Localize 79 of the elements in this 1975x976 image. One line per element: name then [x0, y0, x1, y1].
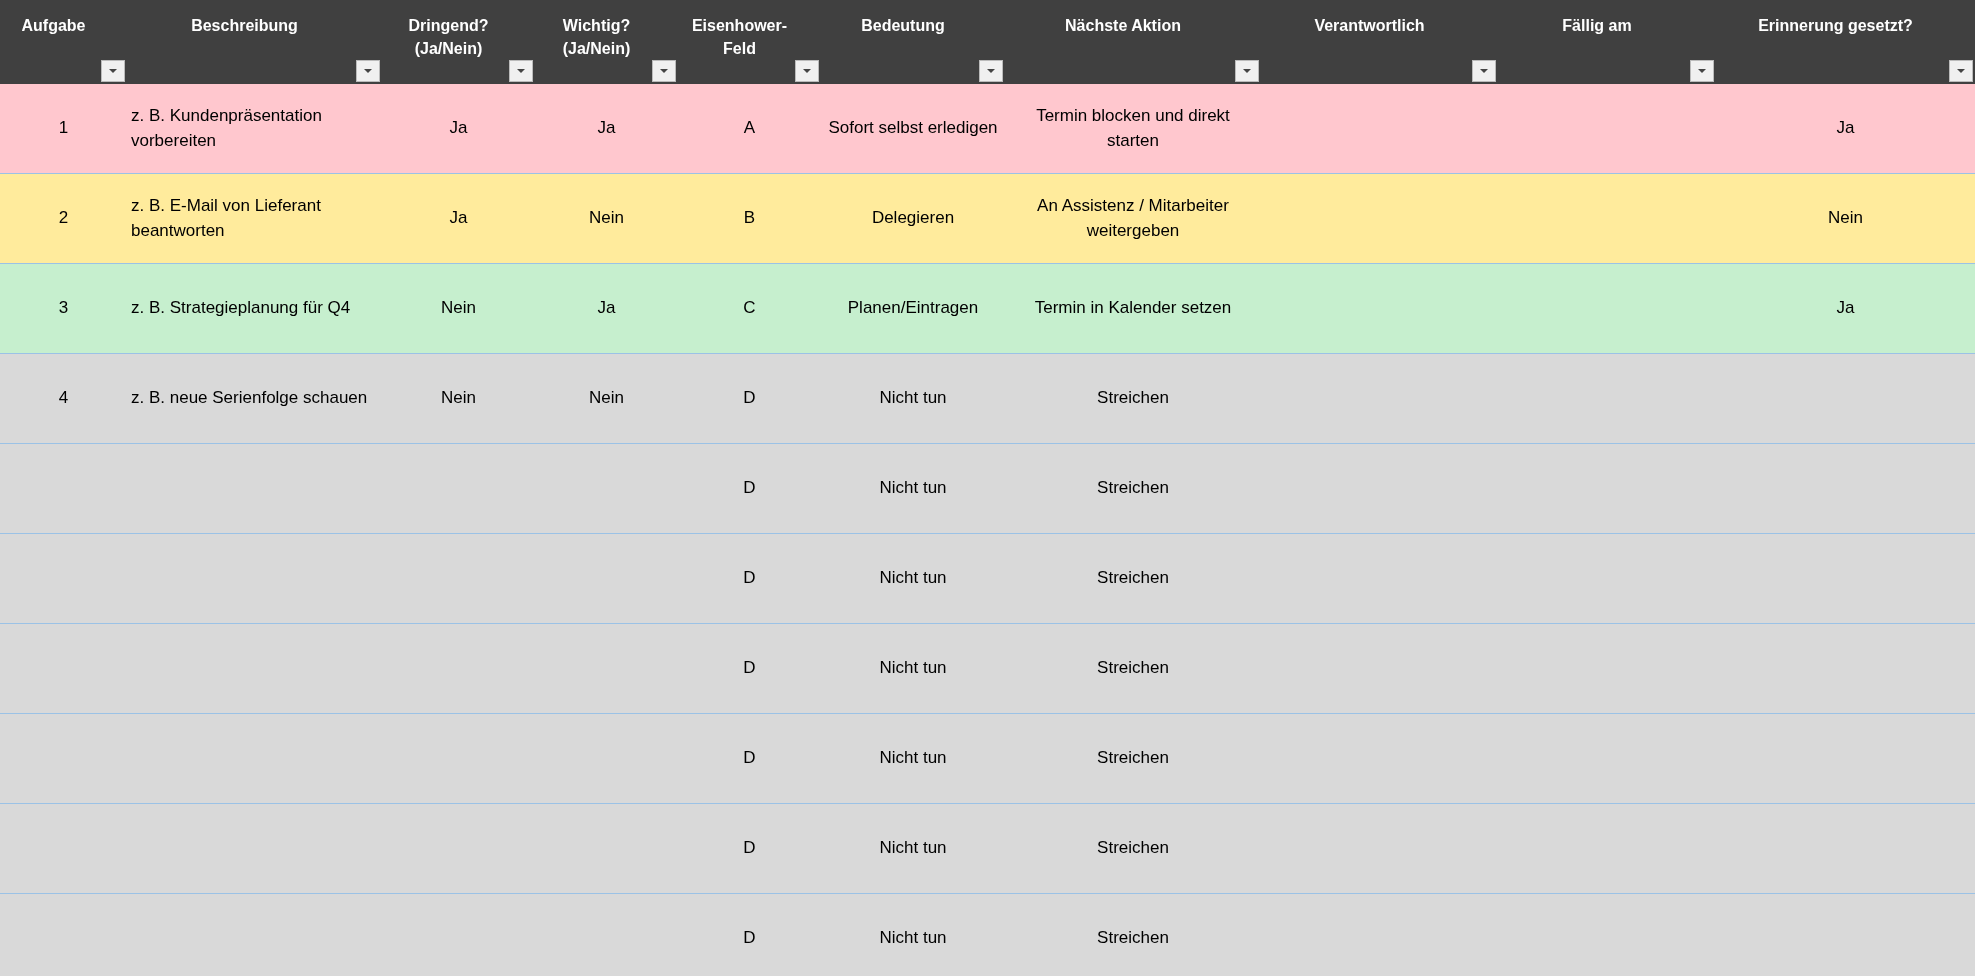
- caret-icon: [802, 68, 812, 74]
- table-cell-text: Streichen: [1097, 657, 1169, 680]
- table-cell-text: z. B. neue Serienfolge schauen: [131, 387, 368, 410]
- filter-dropdown-button[interactable]: [1472, 60, 1496, 82]
- table-cell-text: Nein: [1828, 207, 1863, 230]
- table-cell-text: Nicht tun: [879, 927, 947, 950]
- table-cell-text: Delegieren: [871, 207, 955, 230]
- table-cell-text: Sofort selbst erledigen: [828, 117, 998, 140]
- caret-icon: [1242, 68, 1252, 74]
- table-cell-text: An Assistenz / Mitarbeiter weitergeben: [1036, 194, 1230, 242]
- table-cell-text: Streichen: [1097, 567, 1169, 590]
- filter-dropdown-button[interactable]: [1690, 60, 1714, 82]
- table-cell-text: Termin in Kalender setzen: [1034, 297, 1232, 320]
- filter-dropdown-button[interactable]: [356, 60, 380, 82]
- filter-dropdown-button[interactable]: [509, 60, 533, 82]
- table-cell-text: C: [743, 297, 756, 320]
- table-cell-text: Nicht tun: [879, 747, 947, 770]
- table-cell-text: Streichen: [1097, 747, 1169, 770]
- table-cell-text: Nicht tun: [879, 837, 947, 860]
- table-cell-text: Ja: [449, 207, 468, 230]
- filter-dropdown-button[interactable]: [1235, 60, 1259, 82]
- column-header: Bedeutung: [821, 0, 1005, 84]
- table-cell-text: Ja: [597, 117, 616, 140]
- filter-dropdown-button[interactable]: [795, 60, 819, 82]
- table-cell-text: Nicht tun: [879, 657, 947, 680]
- caret-icon: [1479, 68, 1489, 74]
- table-cell-text: Ja: [597, 297, 616, 320]
- column-header: Wichtig? (Ja/Nein): [535, 0, 678, 84]
- table-cell-text: Planen/Eintragen: [847, 297, 979, 320]
- table-cell-text: D: [743, 927, 756, 950]
- column-header: Aufgabe: [0, 0, 127, 84]
- caret-icon: [516, 68, 526, 74]
- caret-icon: [1697, 68, 1707, 74]
- table-cell-text: Nicht tun: [879, 567, 947, 590]
- filter-dropdown-button[interactable]: [652, 60, 676, 82]
- caret-icon: [1956, 68, 1966, 74]
- table-cell-text: z. B. E-Mail von Lieferant beantworten: [131, 194, 322, 242]
- column-header: Fällig am: [1498, 0, 1716, 84]
- caret-icon: [659, 68, 669, 74]
- table-cell-text: D: [743, 567, 756, 590]
- column-header: Eisenhower-Feld: [678, 0, 821, 84]
- table-cell-text: Nein: [441, 387, 476, 410]
- table-cell-text: Termin blocken und direkt starten: [1035, 104, 1231, 152]
- column-header: Dringend? (Ja/Nein): [382, 0, 535, 84]
- table-cell-text: z. B. Strategieplanung für Q4: [131, 297, 351, 320]
- table-cell-text: A: [743, 117, 756, 140]
- table-cell-text: 1: [58, 117, 69, 140]
- table-cell-text: D: [743, 747, 756, 770]
- table-cell-text: Nein: [589, 387, 624, 410]
- caret-icon: [108, 68, 118, 74]
- table-cell-text: Streichen: [1097, 837, 1169, 860]
- table-cell-text: D: [743, 477, 756, 500]
- column-header: Verantwortlich: [1261, 0, 1498, 84]
- caret-icon: [986, 68, 996, 74]
- column-header: Beschreibung: [127, 0, 382, 84]
- table-cell-text: z. B. Kundenpräsentation vorbereiten: [131, 104, 323, 152]
- table-cell-text: D: [743, 837, 756, 860]
- filter-dropdown-button[interactable]: [1949, 60, 1973, 82]
- table-cell-text: Nein: [441, 297, 476, 320]
- caret-icon: [363, 68, 373, 74]
- table-cell-text: D: [743, 387, 756, 410]
- table-cell-text: Ja: [1836, 297, 1855, 320]
- table-cell-text: Nein: [589, 207, 624, 230]
- filter-dropdown-button[interactable]: [101, 60, 125, 82]
- filter-dropdown-button[interactable]: [979, 60, 1003, 82]
- table-cell-text: Nicht tun: [879, 477, 947, 500]
- table-cell-text: B: [743, 207, 756, 230]
- table-cell-text: Ja: [1836, 117, 1855, 140]
- table-cell-text: Streichen: [1097, 477, 1169, 500]
- table-cell-text: Nicht tun: [879, 387, 947, 410]
- column-header: Nächste Aktion: [1005, 0, 1261, 84]
- table-cell-text: Streichen: [1097, 387, 1169, 410]
- table-cell-text: Streichen: [1097, 927, 1169, 950]
- column-header: Erinnerung gesetzt?: [1716, 0, 1975, 84]
- table-cell-text: 3: [58, 297, 69, 320]
- table-cell-text: 4: [58, 387, 69, 410]
- table-cell-text: Ja: [449, 117, 468, 140]
- table-cell-text: D: [743, 657, 756, 680]
- table-cell-text: 2: [58, 207, 69, 230]
